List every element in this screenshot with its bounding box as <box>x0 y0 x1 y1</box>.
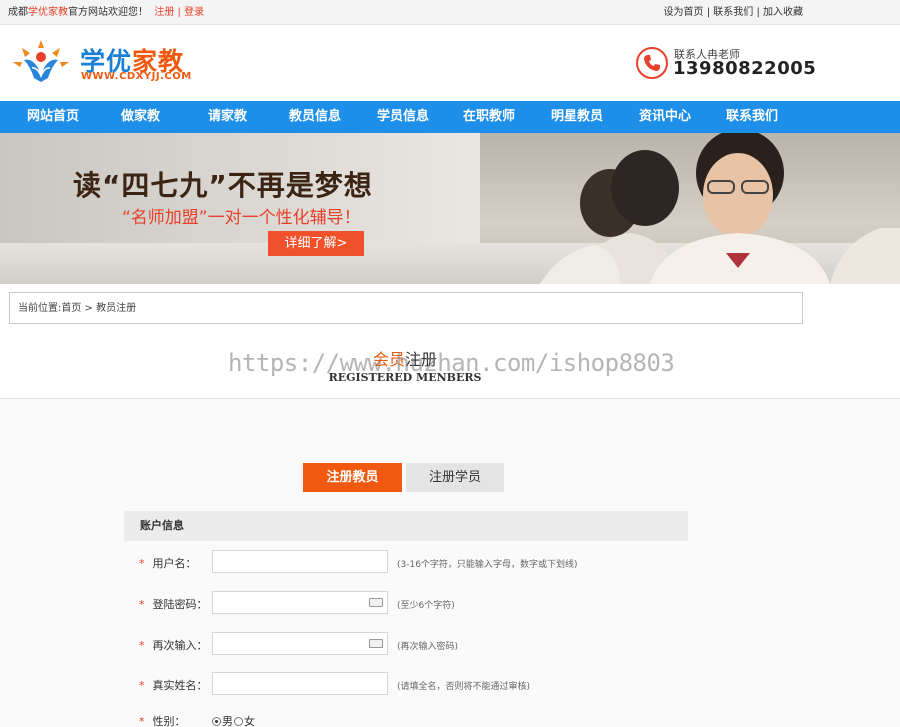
top-bar: 成都学优家教官方网站欢迎您！ 注册 | 登录 设为首页 | 联系我们 | 加入收… <box>0 0 900 25</box>
nav-item-hire-tutor[interactable]: 请家教 <box>208 101 247 133</box>
contact-phone: 13980822005 <box>673 58 817 79</box>
tab-register-student[interactable]: 注册学员 <box>406 463 504 492</box>
real-name-label-text: 真实姓名： <box>152 679 208 692</box>
nav-item-news[interactable]: 资讯中心 <box>639 101 691 133</box>
add-favorite-link[interactable]: 加入收藏 <box>763 7 803 18</box>
banner-headline: 读“四七九”不再是梦想 <box>73 169 373 202</box>
required-mark: * <box>139 715 145 727</box>
real-name-hint: (请填全名，否则将不能通过审核) <box>397 682 531 692</box>
welcome-message: 成都学优家教官方网站欢迎您！ 注册 | 登录 <box>8 0 204 25</box>
login-link[interactable]: 登录 <box>184 7 204 18</box>
gender-male-radio[interactable] <box>212 717 221 726</box>
phone-icon <box>636 47 668 79</box>
nav-item-be-tutor[interactable]: 做家教 <box>121 101 160 133</box>
username-hint: (3-16个字符，只能输入字母，数字或下划线) <box>397 560 578 570</box>
gender-label-text: 性别： <box>152 715 186 727</box>
banner-students-image <box>540 133 900 284</box>
required-mark: * <box>139 639 145 652</box>
set-home-link[interactable]: 设为首页 <box>664 7 704 18</box>
real-name-field[interactable] <box>212 672 388 695</box>
top-separator: | <box>706 7 711 18</box>
nav-item-teachers[interactable]: 在职教师 <box>463 101 515 133</box>
nav-item-student-info[interactable]: 学员信息 <box>377 101 429 133</box>
gender-label: * 性别： <box>139 713 186 727</box>
keyboard-icon[interactable] <box>369 598 383 607</box>
nav-item-tutor-info[interactable]: 教员信息 <box>289 101 341 133</box>
password-confirm-label: * 再次输入： <box>139 637 208 653</box>
password-confirm-hint: (再次输入密码) <box>397 642 459 652</box>
top-separator: | <box>177 7 181 18</box>
banner-details-button[interactable]: 详细了解> <box>268 231 364 256</box>
username-field[interactable] <box>212 550 388 573</box>
register-link[interactable]: 注册 <box>154 7 174 18</box>
required-mark: * <box>139 598 145 611</box>
nav-item-star-tutors[interactable]: 明星教员 <box>551 101 603 133</box>
top-separator: | <box>756 7 760 18</box>
password-field[interactable] <box>212 591 388 614</box>
banner-tagline: “名师加盟”一对一个性化辅导！ <box>122 208 361 228</box>
welcome-brand: 学优家教 <box>28 7 68 18</box>
account-info-heading: 账户信息 <box>124 511 688 541</box>
username-label: * 用户名： <box>139 555 197 571</box>
required-mark: * <box>139 557 145 570</box>
breadcrumb: 当前位置:首页 > 教员注册 <box>9 292 803 324</box>
welcome-suffix: 官方网站欢迎您！ <box>68 7 148 18</box>
password-confirm-label-text: 再次输入： <box>152 639 208 652</box>
nav-item-home[interactable]: 网站首页 <box>27 101 79 133</box>
real-name-label: * 真实姓名： <box>139 677 208 693</box>
tab-register-teacher[interactable]: 注册教员 <box>303 463 402 492</box>
main-nav: 网站首页 做家教 请家教 教员信息 学员信息 在职教师 明星教员 资讯中心 联系… <box>0 101 900 133</box>
promo-banner: 读“四七九”不再是梦想 “名师加盟”一对一个性化辅导！ 详细了解> <box>0 133 900 284</box>
contact-us-link[interactable]: 联系我们 <box>713 7 753 18</box>
welcome-prefix: 成都 <box>8 7 28 18</box>
top-links: 设为首页 | 联系我们 | 加入收藏 <box>664 0 804 25</box>
gender-female-radio[interactable] <box>234 717 243 726</box>
password-label-text: 登陆密码： <box>152 598 208 611</box>
password-hint: (至少6个字符) <box>397 601 455 611</box>
password-confirm-field[interactable] <box>212 632 388 655</box>
site-header: 学优家教 WWW.CDXYJJ.COM 联系人冉老师 13980822005 <box>0 26 900 101</box>
keyboard-icon[interactable] <box>369 639 383 648</box>
logo-url: WWW.CDXYJJ.COM <box>81 71 192 82</box>
logo-icon[interactable] <box>10 38 72 84</box>
password-label: * 登陆密码： <box>139 596 208 612</box>
username-label-text: 用户名： <box>152 557 197 570</box>
required-mark: * <box>139 679 145 692</box>
gender-male-label: 男 <box>222 715 233 727</box>
nav-item-contact[interactable]: 联系我们 <box>726 101 778 133</box>
watermark-text: https://www.huzhan.com/ishop8803 <box>228 349 675 377</box>
gender-female-label: 女 <box>244 715 255 727</box>
